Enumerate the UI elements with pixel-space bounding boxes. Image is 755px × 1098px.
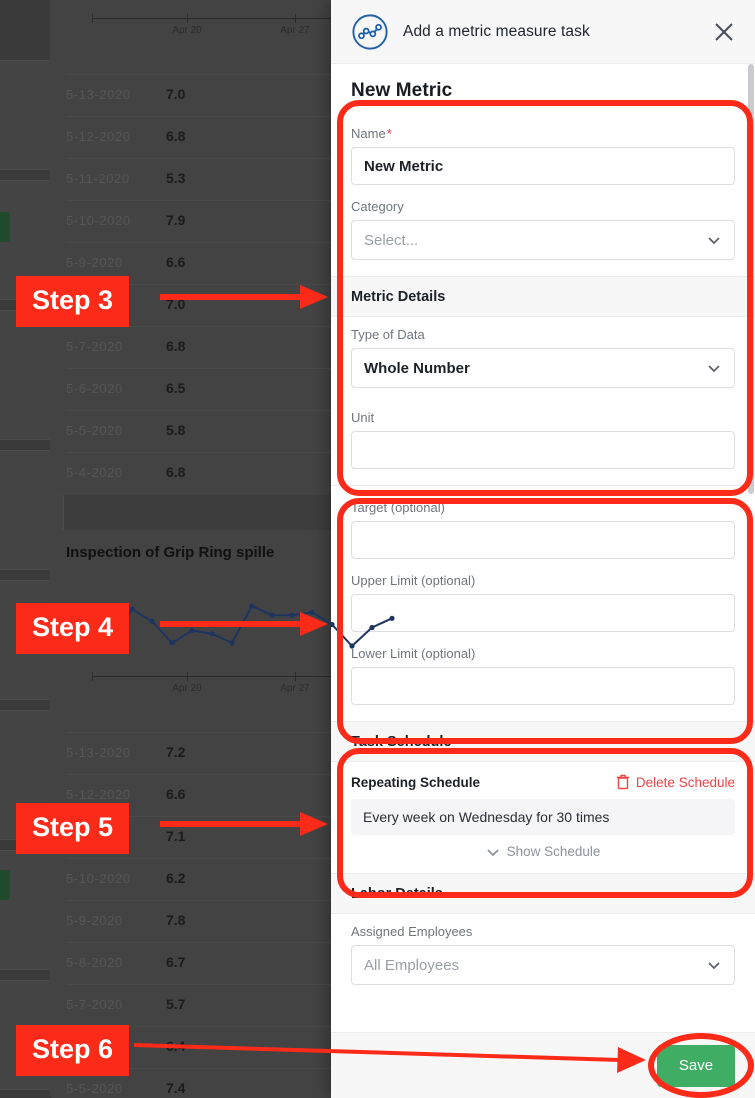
step-3-arrow bbox=[133, 285, 646, 1073]
step-4-badge: Step 4 bbox=[16, 603, 130, 654]
step-3-badge: Step 3 bbox=[16, 276, 130, 327]
step-4-arrow-group bbox=[160, 612, 328, 636]
step-6-badge: Step 6 bbox=[16, 1025, 130, 1076]
step-5-badge: Step 5 bbox=[16, 803, 130, 854]
step-6-arrow-group bbox=[133, 1043, 646, 1073]
step-5-arrow-group bbox=[160, 812, 328, 836]
screen: Apr 20 Apr 27 5-13-2020 7.0 5-12-2020 6.8 5-… bbox=[0, 0, 755, 1098]
